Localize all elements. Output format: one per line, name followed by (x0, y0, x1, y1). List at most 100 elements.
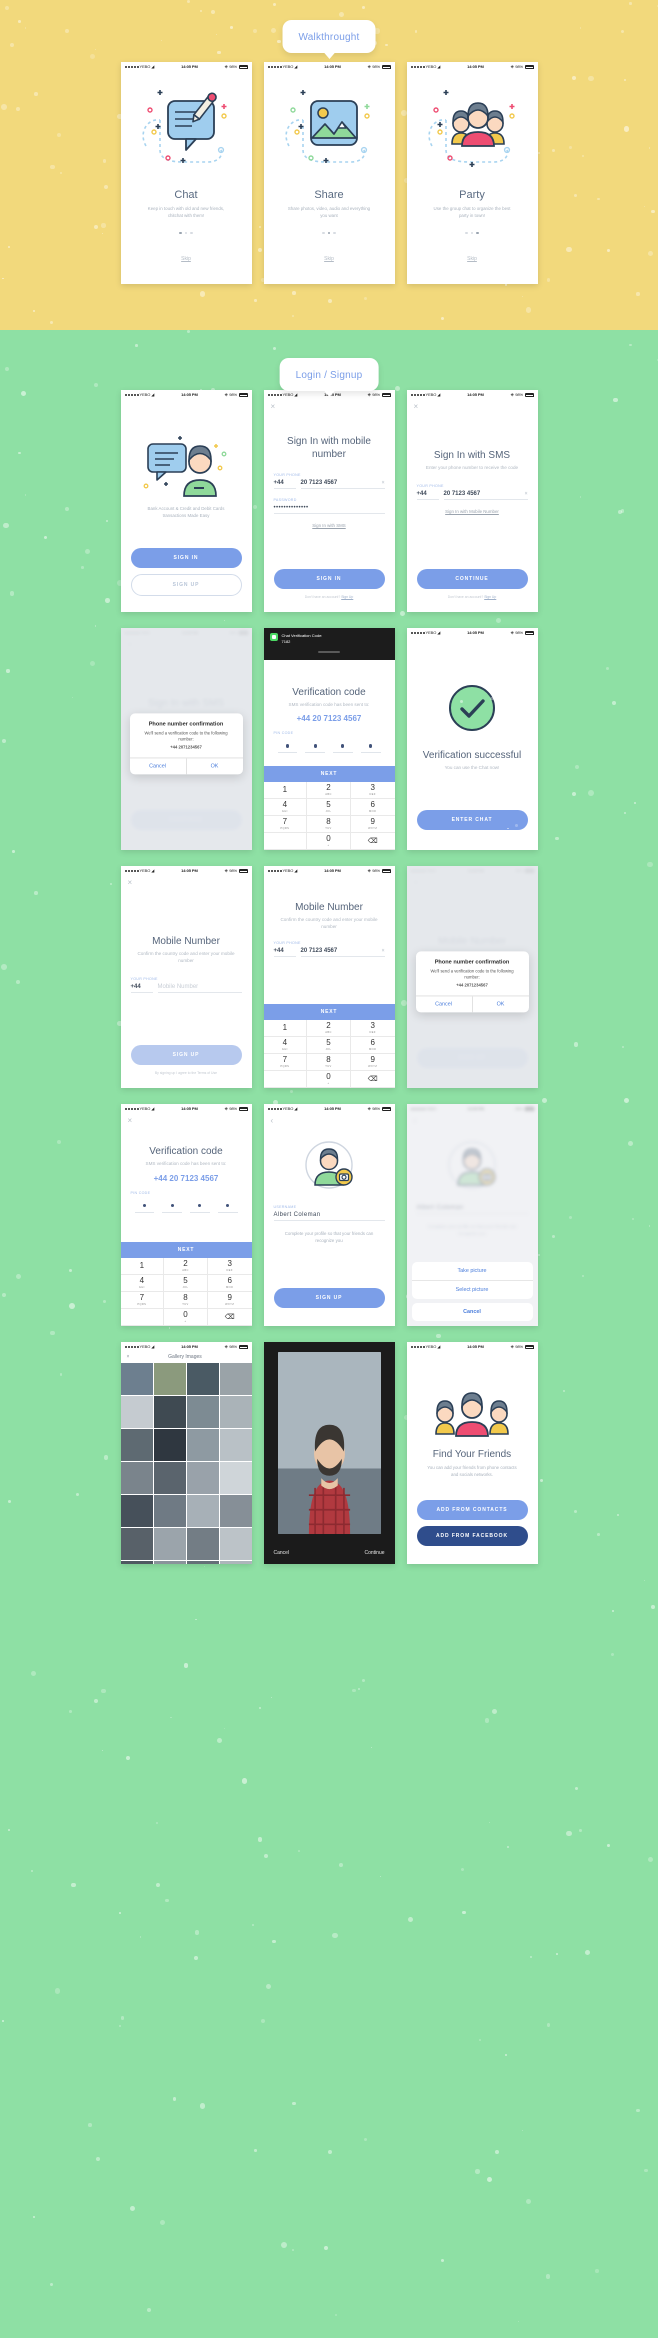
key-9[interactable]: 9 WXYZ (350, 1054, 395, 1071)
gallery-tile[interactable] (186, 1561, 219, 1564)
phone-number-input[interactable]: 20 7123 4567 × (300, 480, 385, 489)
phone-number-input[interactable]: Mobile Number (157, 984, 242, 993)
screen-verification-success[interactable]: YEBO ◢ 14:05 PM ⎈ 98% Verification succe… (406, 628, 538, 850)
country-code-input[interactable]: +44 (273, 948, 296, 957)
key-0[interactable]: 0 + (307, 1071, 351, 1088)
dialog-cancel-button[interactable]: Cancel (130, 758, 187, 775)
add-from-facebook-button[interactable]: ADD FROM FACEBOOK (416, 1526, 528, 1546)
keypad-next-button[interactable]: NEXT (263, 766, 395, 782)
screen-photo-action-sheet[interactable]: YEBO 14:05 PM 98% ‹ Albert Coleman Compl… (406, 1104, 538, 1326)
sign-up-submit-button[interactable]: SIGN UP (130, 1044, 242, 1065)
gallery-tile[interactable] (120, 1528, 153, 1560)
key-8[interactable]: 8 TUV (164, 1292, 208, 1309)
key-backspace[interactable]: ⌫ (350, 833, 395, 850)
close-icon[interactable]: × (414, 402, 419, 411)
key-1[interactable]: 1 (263, 782, 308, 799)
numeric-keypad[interactable]: 1 2 ABC 3 DEF 4 GHI 5 JKL 6 MNO 7 PQRS 8 TUV 9W… (263, 782, 395, 850)
phone-number-input[interactable]: 20 7123 4567 × (443, 491, 528, 500)
skip-link[interactable]: Skip (274, 256, 385, 262)
gallery-tile[interactable] (219, 1528, 252, 1560)
sign-in-submit-button[interactable]: SIGN IN (273, 568, 385, 589)
gallery-tile[interactable] (153, 1462, 186, 1494)
key-7[interactable]: 7 PQRS (263, 1054, 308, 1071)
phone-field[interactable]: +44 20 7123 4567 × (273, 948, 385, 957)
keypad-next-button[interactable]: NEXT (120, 1242, 252, 1258)
pin-code-input[interactable] (131, 1201, 242, 1213)
gallery-tile[interactable] (219, 1363, 252, 1395)
phone-field[interactable]: +44 20 7123 4567 × (273, 480, 385, 489)
walkthrough-card-party[interactable]: YEBO ◢ 14:05 PM ⎈ 98% Party Use the grou… (406, 62, 538, 284)
key-9[interactable]: 9 WXYZ (207, 1292, 252, 1309)
sign-up-link[interactable]: Sign Up (484, 595, 496, 599)
gallery-tile[interactable] (153, 1363, 186, 1395)
gallery-tile[interactable] (153, 1528, 186, 1560)
screen-signup-verification[interactable]: YEBO ◢ 14:05 PM ⎈ 98% × Verification cod… (120, 1104, 252, 1326)
dialog-cancel-button[interactable]: Cancel (416, 996, 473, 1013)
sign-up-submit-button[interactable]: SIGN UP (273, 1288, 385, 1308)
numeric-keypad[interactable]: 1 2 ABC 3 DEF 4 GHI 5 JKL 6 MNO 7 PQRS 8 TUV 9W… (263, 1020, 395, 1088)
screen-sign-in-mobile[interactable]: YEBO ◢ 14:05 PM ⎈ 98% × Sign In with mob… (263, 390, 395, 612)
numeric-keypad[interactable]: 1 2 ABC 3 DEF 4 GHI 5 JKL 6 MNO 7 PQRS 8 TUV 9W… (120, 1258, 252, 1326)
key-2[interactable]: 2 ABC (164, 1258, 208, 1275)
screen-welcome[interactable]: YEBO ◢ 14:05 PM ⎈ 98% Bank Account & Cre… (120, 390, 252, 612)
gallery-tile[interactable] (186, 1363, 219, 1395)
phone-field[interactable]: +44 20 7123 4567 × (416, 491, 528, 500)
username-input[interactable]: Albert Coleman (273, 1212, 385, 1221)
key-2[interactable]: 2 ABC (307, 1020, 351, 1037)
screen-find-friends[interactable]: YEBO ◢ 14:05 PM ⎈ 98% Find Your Friends … (406, 1342, 538, 1564)
gallery-tile[interactable] (186, 1528, 219, 1560)
screen-sms-confirm-dialog[interactable]: YEBO 14:05 PM 98% × Sign In with SMS Ent… (120, 628, 252, 850)
gallery-tile[interactable] (153, 1495, 186, 1527)
key-9[interactable]: 9 WXYZ (350, 816, 395, 833)
screen-photo-preview[interactable]: Cancel Continue (263, 1342, 395, 1564)
sms-notification-banner[interactable]: Chat Verification Code: 7182 (263, 628, 395, 660)
add-from-contacts-button[interactable]: ADD FROM CONTACTS (416, 1500, 528, 1520)
gallery-tile[interactable] (120, 1462, 153, 1494)
sign-up-button[interactable]: SIGN UP (130, 574, 242, 596)
screen-mobile-number-filled[interactable]: YEBO ◢ 14:05 PM ⎈ 98% Mobile Number Conf… (263, 866, 395, 1088)
gallery-tile[interactable] (219, 1462, 252, 1494)
continue-button[interactable]: CONTINUE (416, 568, 528, 589)
avatar-with-camera-badge[interactable] (274, 1139, 385, 1191)
walkthrough-card-chat[interactable]: YEBO ◢ 14:05 PM ⎈ 98% Chat Keep in touch… (120, 62, 252, 284)
key-5[interactable]: 5 JKL (307, 799, 351, 816)
gallery-tile[interactable] (186, 1429, 219, 1461)
screen-gallery[interactable]: YEBO ◢ 14:05 PM ⎈ 98% × Gallery Images (120, 1342, 252, 1564)
country-code-input[interactable]: +44 (273, 480, 296, 489)
clear-icon[interactable]: × (382, 480, 385, 486)
dialog-ok-button[interactable]: OK (187, 758, 243, 774)
enter-chat-button[interactable]: ENTER CHAT (416, 810, 528, 831)
key-2[interactable]: 2 ABC (307, 782, 351, 799)
clear-icon[interactable]: × (382, 948, 385, 954)
continue-button[interactable]: Continue (364, 1550, 384, 1556)
page-indicator[interactable] (274, 231, 385, 235)
gallery-tile[interactable] (219, 1429, 252, 1461)
sign-in-button[interactable]: SIGN IN (130, 548, 242, 568)
gallery-tile[interactable] (153, 1429, 186, 1461)
key-6[interactable]: 6 MNO (207, 1275, 252, 1292)
walkthrough-card-share[interactable]: YEBO ◢ 14:05 PM ⎈ 98% Share Share photos… (263, 62, 395, 284)
gallery-tile[interactable] (120, 1396, 153, 1428)
key-6[interactable]: 6 MNO (350, 1037, 395, 1054)
gallery-tile[interactable] (120, 1561, 153, 1564)
key-6[interactable]: 6 MNO (350, 799, 395, 816)
country-code-input[interactable]: +44 (416, 491, 439, 500)
key-1[interactable]: 1 (120, 1258, 165, 1275)
keypad-next-button[interactable]: NEXT (263, 1004, 395, 1020)
key-5[interactable]: 5 JKL (307, 1037, 351, 1054)
clear-icon[interactable]: × (525, 491, 528, 497)
gallery-tile[interactable] (120, 1429, 153, 1461)
cancel-button[interactable]: Cancel (274, 1550, 290, 1556)
key-7[interactable]: 7 PQRS (120, 1292, 165, 1309)
back-icon[interactable]: ‹ (271, 1116, 274, 1125)
key-8[interactable]: 8 TUV (307, 1054, 351, 1071)
key-4[interactable]: 4 GHI (263, 799, 308, 816)
key-0[interactable]: 0 + (307, 833, 351, 850)
select-picture-option[interactable]: Select picture (412, 1281, 533, 1299)
key-3[interactable]: 3 DEF (350, 1020, 395, 1037)
close-icon[interactable]: × (127, 1354, 130, 1360)
take-picture-option[interactable]: Take picture (411, 1262, 533, 1281)
page-indicator[interactable] (131, 231, 242, 235)
close-icon[interactable]: × (271, 402, 276, 411)
close-icon[interactable]: × (128, 1116, 133, 1125)
